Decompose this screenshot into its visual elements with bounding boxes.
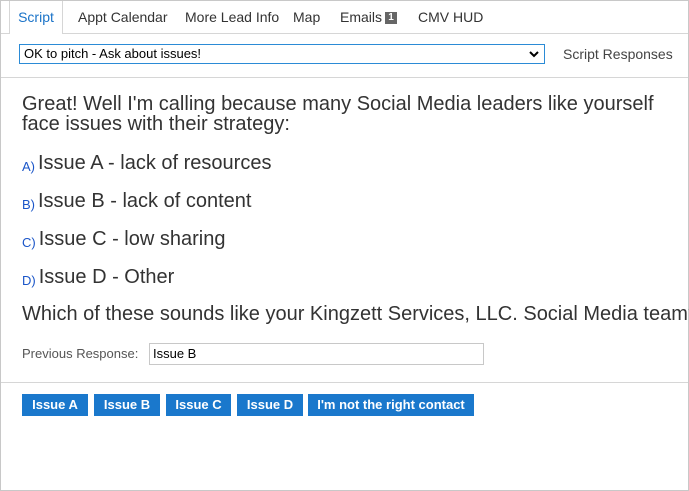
chevron-down-icon: [529, 51, 539, 58]
tab-label: CMV HUD: [418, 9, 484, 25]
email-count-badge: 1: [385, 12, 398, 25]
divider: [1, 77, 688, 78]
previous-response-field[interactable]: Issue B: [149, 343, 484, 365]
option-text: Issue B - lack of content: [38, 190, 252, 212]
script-step-select[interactable]: OK to pitch - Ask about issues!: [19, 44, 545, 64]
script-intro-text: Great! Well I'm calling because many Soc…: [22, 93, 654, 135]
tab-more-lead-info[interactable]: More Lead Info: [185, 1, 279, 33]
tab-label: More Lead Info: [185, 9, 280, 25]
issue-b-button[interactable]: Issue B: [94, 394, 160, 416]
tab-label: Map: [293, 9, 321, 25]
script-option-c: C) Issue C - low sharing: [22, 227, 225, 255]
script-question-text: Which of these sounds like your Kingzett…: [22, 303, 689, 325]
option-key: C): [22, 235, 36, 250]
option-text: Issue A - lack of resources: [38, 152, 272, 174]
not-right-contact-button[interactable]: I'm not the right contact: [308, 394, 474, 416]
option-text: Issue C - low sharing: [38, 228, 226, 250]
option-key: D): [22, 273, 36, 288]
tab-map[interactable]: Map: [293, 1, 320, 33]
tab-emails[interactable]: Emails 1: [340, 1, 398, 33]
script-option-a: A) Issue A - lack of resources: [22, 151, 271, 179]
tab-label: Script: [18, 9, 54, 25]
option-text: Issue D - Other: [38, 266, 175, 288]
divider: [1, 382, 688, 383]
issue-d-button[interactable]: Issue D: [237, 394, 303, 416]
script-option-d: D) Issue D - Other: [22, 265, 174, 293]
tab-cmv-hud[interactable]: CMV HUD: [418, 1, 483, 33]
option-key: A): [22, 159, 35, 174]
tab-appt-calendar[interactable]: Appt Calendar: [78, 1, 168, 33]
script-step-selected-value: OK to pitch - Ask about issues!: [24, 46, 202, 61]
tab-label: Appt Calendar: [78, 9, 168, 25]
previous-response-label: Previous Response:: [22, 346, 139, 361]
tab-bar: Script Appt Calendar More Lead Info Map …: [1, 1, 688, 34]
tab-label: Emails: [340, 9, 383, 25]
tab-script[interactable]: Script: [9, 1, 63, 34]
script-responses-link[interactable]: Script Responses: [563, 46, 673, 62]
script-option-b: B) Issue B - lack of content: [22, 189, 251, 217]
issue-a-button[interactable]: Issue A: [22, 394, 88, 416]
script-panel: Script Appt Calendar More Lead Info Map …: [0, 0, 689, 491]
option-key: B): [22, 197, 35, 212]
issue-c-button[interactable]: Issue C: [166, 394, 231, 416]
